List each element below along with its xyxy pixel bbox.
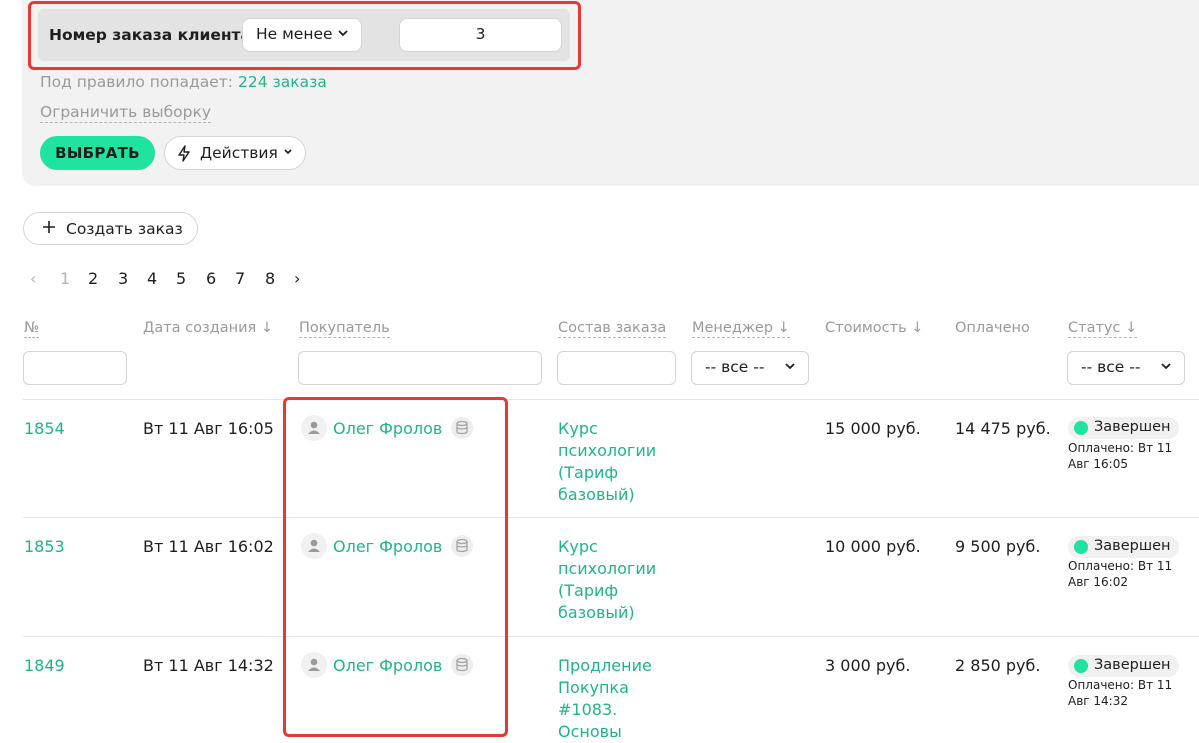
select-button[interactable]: ВЫБРАТЬ xyxy=(40,136,155,170)
column-header-paid: Оплачено xyxy=(955,320,1030,336)
pagination-page[interactable]: 2 xyxy=(88,269,98,288)
column-header-created[interactable]: Дата создания ↓ xyxy=(143,320,273,336)
order-paid: 9 500 руб. xyxy=(955,537,1041,556)
status-badge: Завершен xyxy=(1068,655,1179,677)
chevron-left-icon[interactable]: ‹ xyxy=(30,269,36,288)
match-count-link[interactable]: 224 заказа xyxy=(238,73,327,91)
order-cost: 3 000 руб. xyxy=(825,656,911,675)
status-label: Завершен xyxy=(1094,538,1171,554)
actions-button[interactable]: Действия xyxy=(164,136,306,170)
status-filter-select[interactable]: -- все -- xyxy=(1067,351,1185,385)
pagination-page[interactable]: 8 xyxy=(265,269,275,288)
order-number-link[interactable]: 1853 xyxy=(24,537,65,556)
status-filter-value: -- все -- xyxy=(1081,358,1141,376)
order-items-link[interactable]: Курс психологии (Тариф базовый) xyxy=(558,536,683,624)
manager-filter-select[interactable]: -- все -- xyxy=(691,351,809,385)
status-label: Завершен xyxy=(1094,419,1171,435)
column-header-status[interactable]: Статус ↓ xyxy=(1068,320,1138,338)
items-filter-input[interactable] xyxy=(557,351,676,385)
column-header-cost[interactable]: Стоимость ↓ xyxy=(825,320,923,336)
order-items-link[interactable]: Продление Покупка #1083. Основы xyxy=(558,655,683,743)
order-number-link[interactable]: 1849 xyxy=(24,656,65,675)
match-prefix: Под правило попадает: xyxy=(40,73,234,91)
buyer-filter-input[interactable] xyxy=(298,351,542,385)
pagination-current-page: 1 xyxy=(60,269,71,288)
pagination-page[interactable]: 5 xyxy=(176,269,186,288)
status-dot-icon xyxy=(1074,421,1088,435)
status-label: Завершен xyxy=(1094,657,1171,673)
manager-filter-value: -- все -- xyxy=(705,358,765,376)
order-items-link[interactable]: Курс психологии (Тариф базовый) xyxy=(558,418,683,506)
status-paid-note: Оплачено: Вт 11 Авг 16:05 xyxy=(1068,441,1173,471)
status-badge: Завершен xyxy=(1068,417,1179,439)
pagination-page[interactable]: 6 xyxy=(206,269,216,288)
order-paid: 14 475 руб. xyxy=(955,419,1051,438)
order-created: Вт 11 Авг 14:32 xyxy=(143,656,274,675)
status-dot-icon xyxy=(1074,659,1088,673)
status-paid-note: Оплачено: Вт 11 Авг 16:02 xyxy=(1068,559,1173,589)
column-header-num[interactable]: № xyxy=(24,320,40,338)
plus-icon xyxy=(43,221,55,233)
column-header-manager[interactable]: Менеджер ↓ xyxy=(692,320,790,338)
row-divider xyxy=(23,517,1199,518)
order-number-link[interactable]: 1854 xyxy=(24,419,65,438)
order-paid: 2 850 руб. xyxy=(955,656,1041,675)
pagination-page[interactable]: 7 xyxy=(235,269,245,288)
order-cost: 10 000 руб. xyxy=(825,537,921,556)
chevron-down-icon xyxy=(1161,363,1171,370)
chevron-down-icon xyxy=(284,149,292,155)
lightning-icon xyxy=(178,145,190,162)
row-divider xyxy=(23,636,1199,637)
chevron-right-icon[interactable]: › xyxy=(294,269,300,288)
actions-label: Действия xyxy=(200,144,278,162)
match-count-line: Под правило попадает: 224 заказа xyxy=(40,73,327,91)
status-badge: Завершен xyxy=(1068,536,1179,558)
limit-selection-link[interactable]: Ограничить выборку xyxy=(40,103,211,123)
status-paid-note: Оплачено: Вт 11 Авг 14:32 xyxy=(1068,678,1173,708)
order-created: Вт 11 Авг 16:05 xyxy=(143,419,274,438)
order-cost: 15 000 руб. xyxy=(825,419,921,438)
row-divider xyxy=(23,399,1199,400)
pagination-page[interactable]: 3 xyxy=(118,269,128,288)
highlight-frame-buyer xyxy=(283,397,508,737)
order-created: Вт 11 Авг 16:02 xyxy=(143,537,274,556)
pagination-page[interactable]: 4 xyxy=(147,269,157,288)
column-header-buyer[interactable]: Покупатель xyxy=(299,320,390,338)
column-header-items[interactable]: Состав заказа xyxy=(558,320,667,338)
num-filter-input[interactable] xyxy=(23,351,127,385)
highlight-frame-rule xyxy=(28,1,581,70)
create-order-button[interactable]: Создать заказ xyxy=(23,212,198,245)
create-order-label: Создать заказ xyxy=(66,220,183,238)
chevron-down-icon xyxy=(785,363,795,370)
status-dot-icon xyxy=(1074,540,1088,554)
